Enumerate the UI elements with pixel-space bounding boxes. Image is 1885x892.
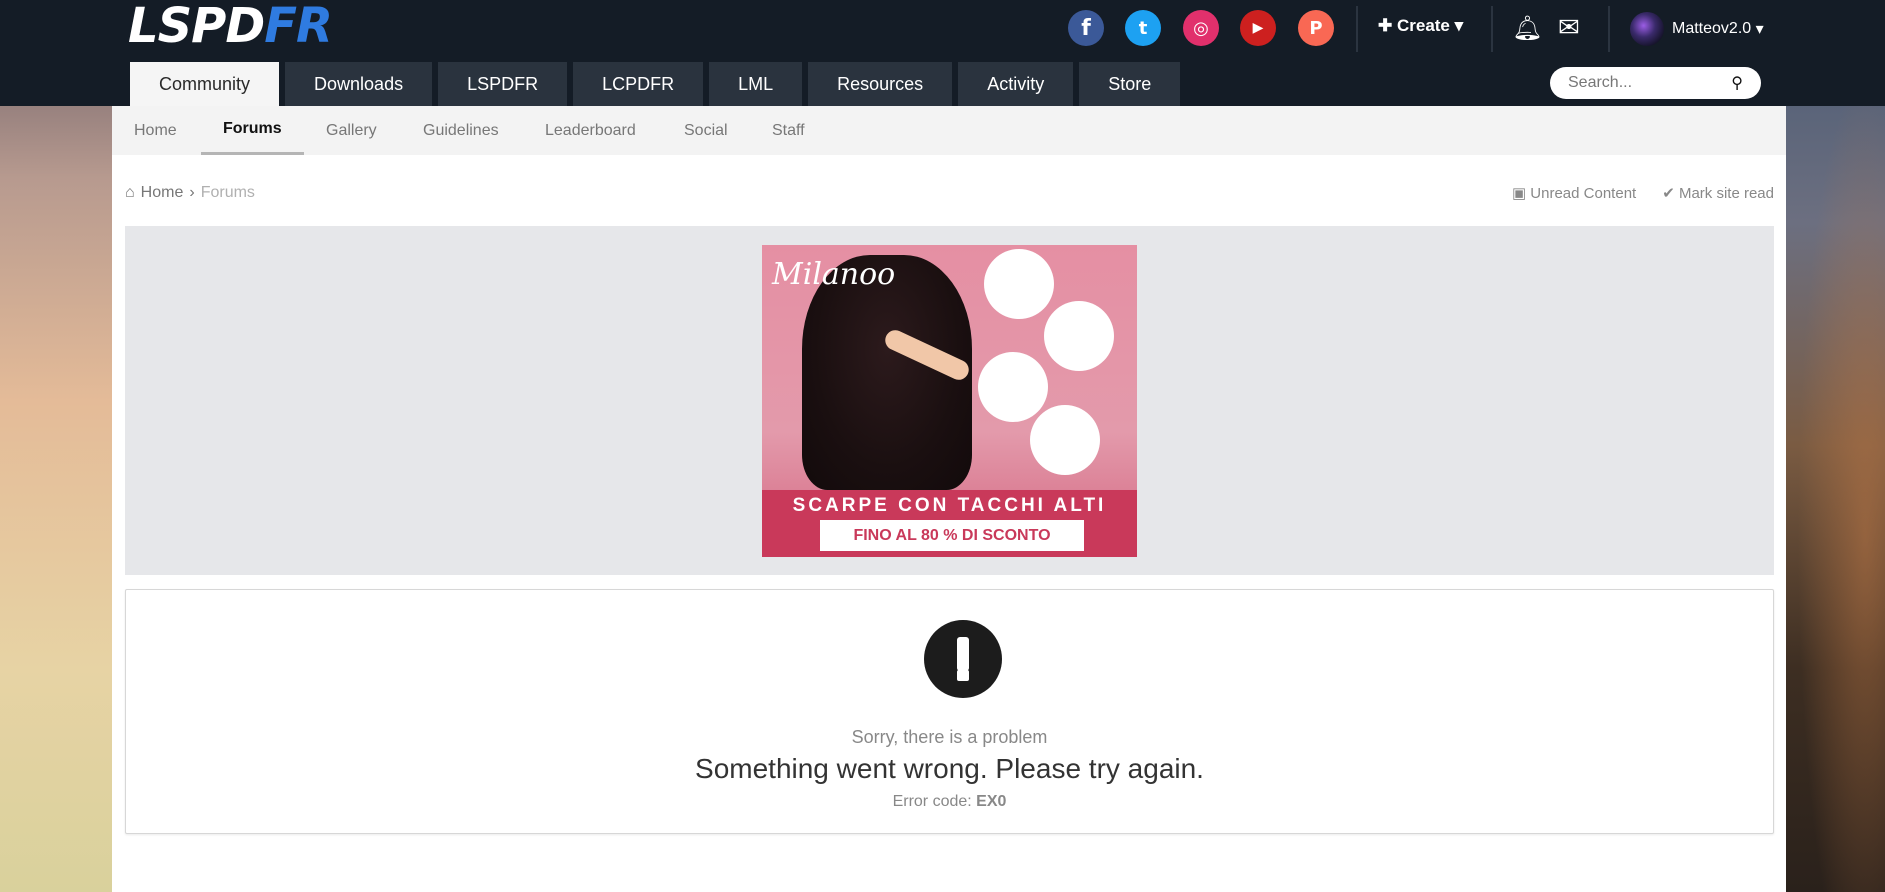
twitter-icon[interactable]: t — [1125, 10, 1161, 46]
subnav-staff[interactable]: Staff — [772, 106, 805, 155]
divider — [1356, 6, 1358, 52]
bell-icon[interactable]: 🔔︎ — [1512, 14, 1542, 43]
mark-site-read-link[interactable]: ✔ Mark site read — [1662, 184, 1774, 202]
error-message: Something went wrong. Please try again. — [695, 753, 1204, 784]
breadcrumb-home[interactable]: Home — [141, 184, 184, 202]
ad-shoe-image — [1044, 301, 1114, 371]
error-panel: Sorry, there is a problem Something went… — [125, 589, 1774, 834]
divider — [1608, 6, 1610, 52]
search-input[interactable]: Search... ⚲ — [1550, 67, 1761, 99]
user-menu[interactable]: Matteov2.0 ▾ — [1630, 12, 1764, 46]
nav-tab-resources[interactable]: Resources — [808, 62, 953, 106]
subnav-home[interactable]: Home — [134, 106, 177, 155]
logo-part-2: FR — [264, 0, 333, 54]
subnav-forums[interactable]: Forums — [201, 106, 304, 155]
error-heading: Sorry, there is a problem — [851, 727, 1048, 747]
chevron-right-icon: › — [189, 184, 195, 201]
advertisement[interactable]: Milanoo SCARPE CON TACCHI ALTI FINO AL 8… — [762, 245, 1137, 557]
caret-down-icon: ▾ — [1449, 16, 1464, 35]
error-code-value: EX0 — [976, 793, 1007, 810]
ad-container: Milanoo SCARPE CON TACCHI ALTI FINO AL 8… — [125, 226, 1774, 575]
mark-read-label: Mark site read — [1678, 185, 1774, 202]
nav-tab-lml[interactable]: LML — [709, 62, 803, 106]
nav-tab-lspdfr[interactable]: LSPDFR — [438, 62, 568, 106]
patreon-icon[interactable]: P — [1298, 10, 1334, 46]
username: Matteov2.0 — [1672, 20, 1752, 37]
home-icon: ⌂ — [125, 184, 135, 201]
instagram-icon[interactable]: ◎ — [1183, 10, 1219, 46]
avatar — [1630, 12, 1664, 46]
unread-content-link[interactable]: ▣ Unread Content — [1512, 184, 1636, 202]
subnav-leaderboard[interactable]: Leaderboard — [545, 106, 636, 155]
sub-nav: Home Forums Gallery Guidelines Leaderboa… — [112, 106, 1786, 155]
ad-brand: Milanoo — [772, 257, 896, 292]
caret-down-icon: ▾ — [1751, 21, 1764, 38]
nav-tab-downloads[interactable]: Downloads — [285, 62, 433, 106]
breadcrumb: ⌂ Home › Forums — [125, 184, 255, 202]
top-bar: LSPDFR f t ◎ ▶ P ✚ Create ▾ 🔔︎ ✉ Matteov… — [0, 0, 1885, 106]
create-label: Create — [1396, 16, 1450, 35]
main-nav: Community Downloads LSPDFR LCPDFR LML Re… — [130, 62, 1181, 106]
search-placeholder: Search... — [1568, 74, 1633, 91]
plus-icon: ✚ — [1378, 16, 1397, 35]
create-button[interactable]: ✚ Create ▾ — [1378, 16, 1463, 36]
youtube-icon[interactable]: ▶ — [1240, 10, 1276, 46]
ad-cta: FINO AL 80 % DI SCONTO — [820, 520, 1084, 551]
logo-part-1: LSPD — [128, 0, 265, 54]
breadcrumb-current: Forums — [200, 184, 255, 201]
facebook-icon[interactable]: f — [1068, 10, 1104, 46]
error-code-label: Error code: — [892, 793, 972, 810]
divider — [1491, 6, 1493, 52]
unread-label: Unread Content — [1530, 185, 1637, 202]
exclamation-icon — [924, 620, 1002, 698]
error-code: Error code: EX0 — [126, 793, 1773, 811]
subnav-gallery[interactable]: Gallery — [326, 106, 377, 155]
main-content: Home Forums Gallery Guidelines Leaderboa… — [112, 106, 1786, 892]
nav-tab-store[interactable]: Store — [1079, 62, 1181, 106]
search-icon[interactable]: ⚲ — [1731, 73, 1743, 93]
ad-shoe-image — [978, 352, 1048, 422]
site-logo[interactable]: LSPDFR — [128, 2, 333, 50]
envelope-icon[interactable]: ✉ — [1558, 12, 1580, 43]
page-actions: ▣ Unread Content ✔ Mark site read — [1512, 184, 1774, 202]
subnav-social[interactable]: Social — [684, 106, 728, 155]
ad-shoe-image — [1030, 405, 1100, 475]
subnav-guidelines[interactable]: Guidelines — [423, 106, 499, 155]
nav-tab-activity[interactable]: Activity — [958, 62, 1074, 106]
background-image — [1786, 0, 1885, 892]
nav-tab-lcpdfr[interactable]: LCPDFR — [573, 62, 704, 106]
ad-headline: SCARPE CON TACCHI ALTI — [792, 495, 1107, 516]
ad-shoe-image — [984, 249, 1054, 319]
nav-tab-community[interactable]: Community — [130, 62, 280, 106]
unread-icon: ▣ — [1511, 185, 1531, 202]
check-icon: ✔ — [1662, 185, 1679, 202]
